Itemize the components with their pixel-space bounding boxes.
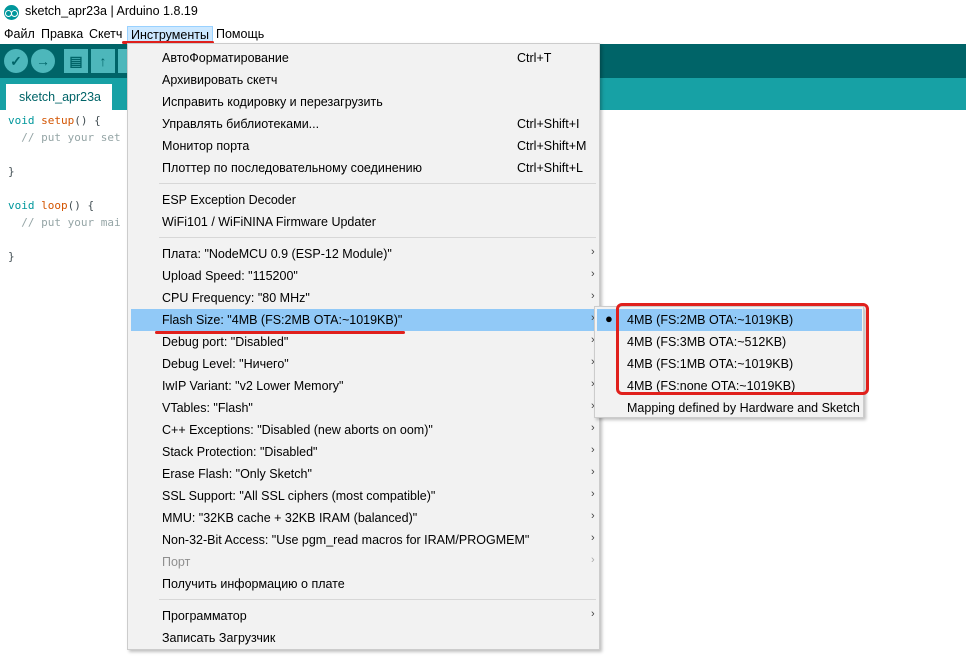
menu-item-flash-size[interactable]: Flash Size: "4MB (FS:2MB OTA:~1019KB)" ›	[131, 309, 596, 331]
save-icon[interactable]	[118, 49, 127, 73]
chevron-right-icon: ›	[591, 268, 595, 280]
menu-sketch[interactable]: Скетч	[86, 26, 125, 43]
chevron-right-icon: ›	[591, 246, 595, 258]
chevron-right-icon: ›	[591, 608, 595, 620]
menu-item-erase-flash[interactable]: Erase Flash: "Only Sketch" ›	[131, 463, 596, 485]
open-icon[interactable]: ↑	[91, 49, 115, 73]
menu-item-cpu-frequency[interactable]: CPU Frequency: "80 MHz" ›	[131, 287, 596, 309]
menu-item-debug-port[interactable]: Debug port: "Disabled" ›	[131, 331, 596, 353]
chevron-right-icon: ›	[591, 444, 595, 456]
menu-separator	[159, 237, 596, 238]
chevron-right-icon: ›	[591, 554, 595, 566]
menu-item-autoformat[interactable]: АвтоФорматирование Ctrl+T	[131, 47, 596, 69]
menu-item-vtables[interactable]: VTables: "Flash" ›	[131, 397, 596, 419]
menu-edit[interactable]: Правка	[38, 26, 86, 43]
verify-icon[interactable]: ✓	[4, 49, 28, 73]
code-line: // put your mai	[8, 216, 121, 229]
window-title: sketch_apr23a | Arduino 1.8.19	[25, 4, 198, 18]
menu-item-debug-level[interactable]: Debug Level: "Ничего" ›	[131, 353, 596, 375]
menu-separator	[159, 183, 596, 184]
menu-item-port: Порт ›	[162, 554, 595, 569]
chevron-right-icon: ›	[591, 510, 595, 522]
menu-item-programmer[interactable]: Программатор ›	[131, 605, 596, 627]
selected-bullet-icon: ●	[605, 311, 613, 326]
tools-menu: АвтоФорматирование Ctrl+T Архивировать ск…	[127, 43, 600, 650]
upload-icon[interactable]: →	[31, 49, 55, 73]
menu-item-ssl-support[interactable]: SSL Support: "All SSL ciphers (most comp…	[131, 485, 596, 507]
code-line: }	[8, 165, 15, 178]
code-line: }	[8, 250, 15, 263]
menu-item-non-32bit-access[interactable]: Non-32-Bit Access: "Use pgm_read macros …	[131, 529, 596, 551]
tab-sketch[interactable]: sketch_apr23a	[6, 84, 112, 110]
code-line: void loop() {	[8, 199, 95, 212]
code-line: // put your set	[8, 131, 121, 144]
chevron-right-icon: ›	[591, 466, 595, 478]
chevron-right-icon: ›	[591, 488, 595, 500]
menu-item-serial-plotter[interactable]: Плоттер по последовательному соединению C…	[131, 157, 596, 179]
annotation-underline-flash-size	[155, 331, 405, 334]
flash-option-mapping[interactable]: Mapping defined by Hardware and Sketch	[597, 397, 862, 419]
menu-item-board-info[interactable]: Получить информацию о плате	[131, 573, 596, 595]
menu-help[interactable]: Помощь	[213, 26, 267, 43]
menu-separator	[159, 599, 596, 600]
menu-item-esp-exception-decoder[interactable]: ESP Exception Decoder	[131, 189, 596, 211]
menu-item-stack-protection[interactable]: Stack Protection: "Disabled" ›	[131, 441, 596, 463]
chevron-right-icon: ›	[591, 422, 595, 434]
menu-item-manage-libraries[interactable]: Управлять библиотеками... Ctrl+Shift+I	[131, 113, 596, 135]
menu-file[interactable]: Файл	[1, 26, 38, 43]
chevron-right-icon: ›	[591, 532, 595, 544]
code-line: void setup() {	[8, 114, 101, 127]
menu-item-fix-encoding[interactable]: Исправить кодировку и перезагрузить	[131, 91, 596, 113]
menu-item-serial-monitor[interactable]: Монитор порта Ctrl+Shift+M	[131, 135, 596, 157]
annotation-box-flash-options	[616, 303, 869, 395]
chevron-right-icon: ›	[591, 290, 595, 302]
menu-item-burn-bootloader[interactable]: Записать Загрузчик	[131, 627, 596, 649]
menu-item-mmu[interactable]: MMU: "32KB cache + 32KB IRAM (balanced)"…	[131, 507, 596, 529]
menu-item-upload-speed[interactable]: Upload Speed: "115200" ›	[131, 265, 596, 287]
menu-item-archive-sketch[interactable]: Архивировать скетч	[131, 69, 596, 91]
menu-item-board[interactable]: Плата: "NodeMCU 0.9 (ESP-12 Module)" ›	[131, 243, 596, 265]
menu-item-wifi-firmware-updater[interactable]: WiFi101 / WiFiNINA Firmware Updater	[131, 211, 596, 233]
menu-item-lwip-variant[interactable]: IwIP Variant: "v2 Lower Memory" ›	[131, 375, 596, 397]
title-bar: sketch_apr23a | Arduino 1.8.19	[0, 0, 966, 24]
new-icon[interactable]: ▤	[64, 49, 88, 73]
menu-item-cpp-exceptions[interactable]: C++ Exceptions: "Disabled (new aborts on…	[131, 419, 596, 441]
arduino-logo-icon	[4, 5, 19, 20]
